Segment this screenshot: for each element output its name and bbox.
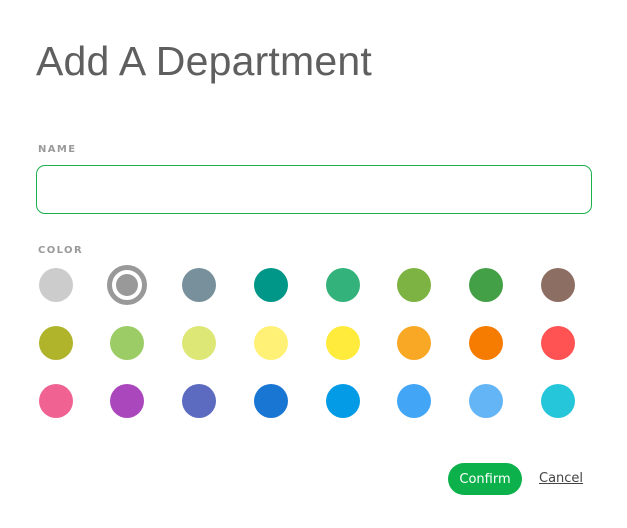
name-label: NAME bbox=[38, 144, 77, 155]
color-swatch[interactable] bbox=[39, 326, 73, 360]
color-swatch[interactable] bbox=[397, 384, 431, 418]
color-label: COLOR bbox=[38, 245, 84, 256]
color-swatch[interactable] bbox=[326, 384, 360, 418]
color-swatch[interactable] bbox=[107, 265, 147, 305]
color-swatch[interactable] bbox=[541, 268, 575, 302]
color-swatch[interactable] bbox=[254, 384, 288, 418]
selected-swatch-indicator bbox=[116, 274, 138, 296]
color-swatch[interactable] bbox=[397, 326, 431, 360]
color-swatch[interactable] bbox=[469, 268, 503, 302]
color-swatch[interactable] bbox=[541, 384, 575, 418]
dialog-title: Add A Department bbox=[36, 38, 372, 84]
color-swatch[interactable] bbox=[541, 326, 575, 360]
color-swatch[interactable] bbox=[254, 268, 288, 302]
color-swatch[interactable] bbox=[326, 326, 360, 360]
color-swatch[interactable] bbox=[182, 268, 216, 302]
name-input[interactable] bbox=[36, 165, 592, 214]
color-swatch[interactable] bbox=[182, 384, 216, 418]
color-swatch[interactable] bbox=[39, 384, 73, 418]
color-swatch[interactable] bbox=[182, 326, 216, 360]
color-swatch[interactable] bbox=[469, 384, 503, 418]
color-swatch[interactable] bbox=[254, 326, 288, 360]
cancel-link[interactable]: Cancel bbox=[539, 471, 583, 486]
color-swatch[interactable] bbox=[39, 268, 73, 302]
color-swatch[interactable] bbox=[469, 326, 503, 360]
color-swatch[interactable] bbox=[110, 384, 144, 418]
color-swatch[interactable] bbox=[110, 326, 144, 360]
confirm-button[interactable]: Confirm bbox=[448, 463, 522, 495]
color-swatch[interactable] bbox=[326, 268, 360, 302]
color-swatch[interactable] bbox=[397, 268, 431, 302]
